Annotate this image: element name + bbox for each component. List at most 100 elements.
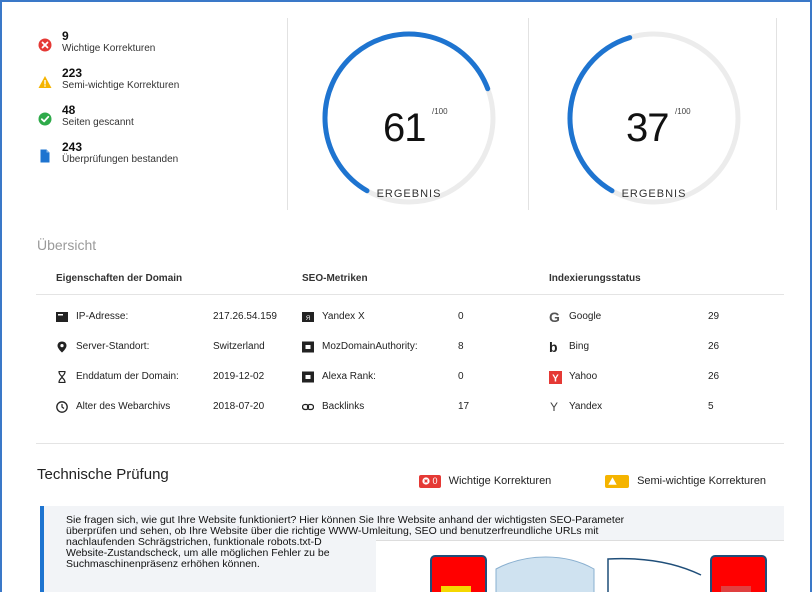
row-label: Backlinks <box>322 401 365 412</box>
yandex-icon: Y <box>550 400 559 414</box>
index-row-google: G Google 29 <box>549 309 749 325</box>
score-max: /100 <box>675 107 691 116</box>
score-value: 61 <box>383 106 426 150</box>
row-value: 217.26.54.159 <box>213 311 277 322</box>
domain-row-expiry: Enddatum der Domain: 2019-12-02 <box>56 369 296 385</box>
document-icon <box>40 149 50 163</box>
technical-title: Technische Prüfung <box>37 466 169 483</box>
domain-row-archive: Alter des Webarchivs 2018-07-20 <box>56 399 296 415</box>
clock-icon <box>56 401 68 413</box>
svg-text:Я: Я <box>306 316 310 322</box>
alexa-icon <box>302 371 314 383</box>
index-row-bing: b Bing 26 <box>549 339 749 355</box>
location-pin-icon <box>57 341 67 353</box>
row-label: Bing <box>569 341 590 352</box>
blue-shape <box>495 556 595 592</box>
seo-row-alexa: Alexa Rank: 0 <box>302 369 502 385</box>
row-label: IP-Adresse: <box>76 311 129 322</box>
row-label: Enddatum der Domain: <box>76 371 179 382</box>
major-count: 0 <box>432 475 438 486</box>
row-label: Google <box>569 311 602 322</box>
legend-major-fixes[interactable]: 0 Wichtige Korrekturen <box>419 474 551 488</box>
score-value: 37 <box>626 106 669 150</box>
legend-minor-fixes[interactable]: Semi-wichtige Korrekturen <box>605 474 766 488</box>
hourglass-icon <box>58 371 66 383</box>
divider <box>287 18 288 210</box>
gauge-progress <box>567 35 633 194</box>
yellow-block <box>441 586 471 592</box>
index-heading: Indexierungsstatus <box>549 273 641 284</box>
stat-label: Überprüfungen bestanden <box>62 154 179 165</box>
overview-title: Übersicht <box>37 237 97 253</box>
row-value: 2018-07-20 <box>213 401 265 412</box>
stat-value: 9 <box>62 29 69 43</box>
stat-label: Wichtige Korrekturen <box>62 43 156 54</box>
divider <box>776 18 777 210</box>
diagram-graphic <box>430 555 767 592</box>
row-label: Yahoo <box>569 371 598 382</box>
row-label: Alexa Rank: <box>322 371 376 382</box>
domain-heading: Eigenschaften der Domain <box>56 273 183 284</box>
error-circle-icon <box>38 38 52 52</box>
server-icon <box>56 312 68 322</box>
seo-row-backlinks: Backlinks 17 <box>302 399 502 415</box>
red-inner-block <box>721 586 751 592</box>
row-value: 0 <box>458 371 464 382</box>
score-label: ERGEBNIS <box>621 188 687 200</box>
stat-value: 223 <box>62 66 83 80</box>
moz-icon <box>302 341 314 353</box>
seo-row-yandex-x: Я Yandex X 0 <box>302 309 502 325</box>
divider <box>36 294 784 295</box>
seo-row-moz: MozDomainAuthority: 8 <box>302 339 502 355</box>
stat-label: Seiten gescannt <box>62 117 134 128</box>
bing-icon: b <box>549 339 558 355</box>
index-row-yahoo: Y Yahoo 26 <box>549 369 749 385</box>
stat-value: 243 <box>62 140 83 154</box>
divider <box>528 18 529 210</box>
row-label: Server-Standort: <box>76 341 150 352</box>
legend-major-label: Wichtige Korrekturen <box>448 475 552 487</box>
row-value: 0 <box>458 311 464 322</box>
row-value: 17 <box>458 401 470 412</box>
score-gauge-1: 61 /100 ERGEBNIS <box>294 16 524 212</box>
row-label: Yandex X <box>322 311 365 322</box>
row-label: MozDomainAuthority: <box>322 341 418 352</box>
summary-stats: 9 Wichtige Korrekturen 223 Semi-wichtige… <box>36 30 256 178</box>
domain-row-ip: IP-Adresse: 217.26.54.159 <box>56 309 296 325</box>
score-label: ERGEBNIS <box>376 188 442 200</box>
warning-triangle-icon <box>38 76 52 88</box>
score-max: /100 <box>432 107 448 116</box>
stat-label: Semi-wichtige Korrekturen <box>62 80 180 91</box>
error-circle-icon <box>422 476 430 485</box>
stat-pages-scanned: 48 Seiten gescannt <box>36 104 256 141</box>
google-icon: G <box>549 309 560 325</box>
row-value: 2019-12-02 <box>213 371 265 382</box>
row-label: Yandex <box>569 401 603 412</box>
outline-shape <box>607 557 702 592</box>
yahoo-icon: Y <box>549 371 562 384</box>
seo-heading: SEO-Metriken <box>302 273 368 284</box>
major-count-badge: 0 <box>419 474 441 488</box>
check-circle-icon <box>38 112 52 126</box>
stat-minor-fixes: 223 Semi-wichtige Korrekturen <box>36 67 256 104</box>
link-icon <box>302 403 314 411</box>
row-value: 5 <box>708 401 714 412</box>
domain-row-location: Server-Standort: Switzerland <box>56 339 296 355</box>
stat-value: 48 <box>62 103 76 117</box>
stat-checks-passed: 243 Überprüfungen bestanden <box>36 141 256 178</box>
divider <box>36 443 784 444</box>
overlay-diagram <box>376 540 784 592</box>
row-value: 26 <box>708 371 720 382</box>
row-value: Switzerland <box>213 341 265 352</box>
minor-count-badge <box>605 474 629 488</box>
yandex-x-icon: Я <box>302 312 314 322</box>
svg-text:Y: Y <box>552 374 559 385</box>
index-row-yandex: Y Yandex 5 <box>549 399 749 415</box>
score-gauge-2: 37 /100 ERGEBNIS <box>539 16 769 212</box>
row-value: 29 <box>708 311 720 322</box>
warning-triangle-icon <box>608 476 617 485</box>
row-label: Alter des Webarchivs <box>76 401 171 412</box>
row-value: 26 <box>708 341 720 352</box>
row-value: 8 <box>458 341 464 352</box>
stat-major-fixes: 9 Wichtige Korrekturen <box>36 30 256 67</box>
